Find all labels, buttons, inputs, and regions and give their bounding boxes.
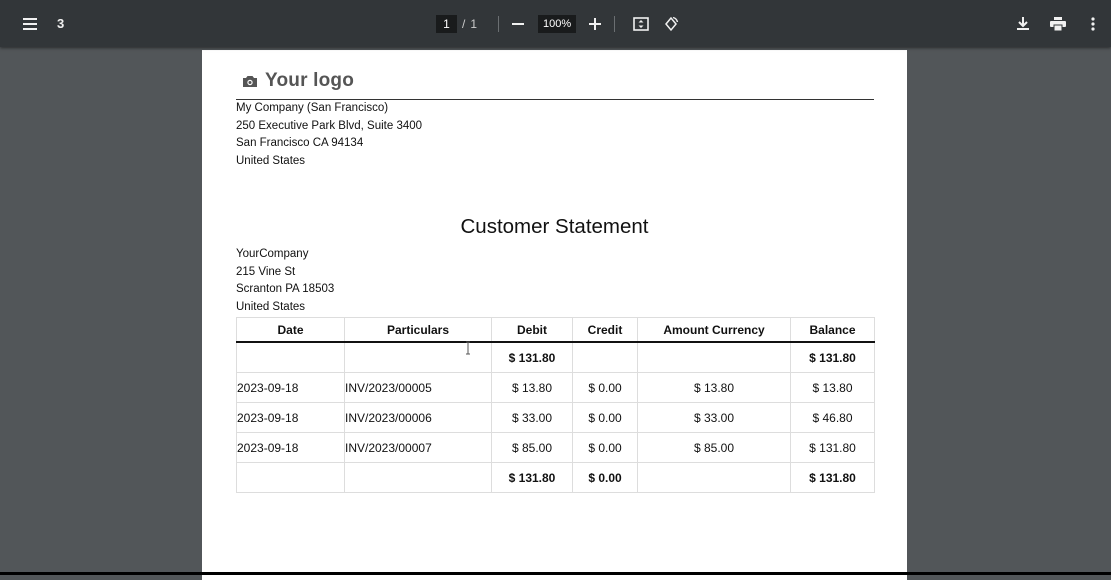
total-row: $ 131.80 $ 0.00 $ 131.80 bbox=[236, 462, 875, 493]
table-cell: $ 13.80 bbox=[790, 372, 875, 403]
company-address: My Company (San Francisco) 250 Executive… bbox=[236, 100, 422, 171]
table-cell: $ 131.80 bbox=[491, 341, 573, 373]
table-cell: $ 131.80 bbox=[790, 341, 875, 373]
table-row: 2023-09-18 INV/2023/00006 $ 33.00 $ 0.00… bbox=[236, 402, 875, 433]
address-line: United States bbox=[236, 155, 306, 168]
table-cell bbox=[236, 462, 345, 493]
table-cell: $ 85.00 bbox=[491, 432, 573, 463]
print-icon bbox=[1050, 16, 1066, 31]
column-header: Date bbox=[236, 317, 345, 343]
toolbar-divider bbox=[614, 15, 615, 32]
company-logo: Your logo bbox=[242, 70, 354, 92]
table-cell: $ 131.80 bbox=[491, 462, 573, 493]
document-title: 3 bbox=[57, 16, 65, 31]
page-total: 1 bbox=[470, 16, 478, 31]
table-cell: INV/2023/00006 bbox=[344, 402, 492, 433]
table-cell bbox=[637, 341, 791, 373]
table-cell: $ 13.80 bbox=[491, 372, 573, 403]
table-cell: $ 85.00 bbox=[637, 432, 791, 463]
table-cell bbox=[344, 462, 492, 493]
fit-page-button[interactable] bbox=[627, 10, 655, 38]
table-header-row: Date Particulars Debit Credit Amount Cur… bbox=[236, 317, 875, 343]
table-cell: $ 13.80 bbox=[637, 372, 791, 403]
table-cell: INV/2023/00007 bbox=[344, 432, 492, 463]
table-cell bbox=[236, 341, 345, 373]
address-line: My Company (San Francisco) bbox=[236, 102, 389, 114]
pdf-page: Your logo My Company (San Francisco) 250… bbox=[202, 50, 907, 580]
customer-address: YourCompany 215 Vine St Scranton PA 1850… bbox=[236, 246, 334, 317]
column-header: Credit bbox=[572, 317, 638, 343]
statement-title: Customer Statement bbox=[460, 215, 649, 238]
table-row: 2023-09-18 INV/2023/00007 $ 85.00 $ 0.00… bbox=[236, 432, 875, 463]
table-cell: 2023-09-18 bbox=[236, 372, 345, 403]
download-icon bbox=[1017, 16, 1029, 30]
table-cell: 2023-09-18 bbox=[236, 432, 345, 463]
zoom-out-button[interactable] bbox=[504, 10, 532, 38]
table-cell: INV/2023/00005 bbox=[344, 372, 492, 403]
table-cell: $ 33.00 bbox=[491, 402, 573, 433]
table-cell: $ 131.80 bbox=[790, 462, 875, 493]
fit-page-icon bbox=[633, 16, 649, 31]
print-button[interactable] bbox=[1044, 10, 1072, 38]
address-line: 250 Executive Park Blvd, Suite 3400 bbox=[236, 119, 423, 132]
zoom-in-button[interactable] bbox=[581, 10, 609, 38]
zoom-out-icon bbox=[512, 22, 524, 25]
statement-table: Date Particulars Debit Credit Amount Cur… bbox=[236, 317, 875, 493]
opening-balance-row: $ 131.80 $ 131.80 bbox=[236, 341, 875, 373]
column-header: Particulars bbox=[344, 317, 492, 343]
table-cell: $ 33.00 bbox=[637, 402, 791, 433]
zoom-level-input[interactable]: 100% bbox=[538, 14, 577, 33]
rotate-button[interactable] bbox=[657, 10, 685, 38]
menu-icon bbox=[16, 10, 44, 38]
table-cell: $ 131.80 bbox=[790, 432, 875, 463]
rotate-icon bbox=[665, 16, 679, 31]
address-line: Scranton PA 18503 bbox=[236, 283, 335, 296]
address-line: United States bbox=[236, 301, 306, 314]
address-line: YourCompany bbox=[236, 248, 309, 260]
column-header: Balance bbox=[790, 317, 875, 343]
address-line: San Francisco CA 94134 bbox=[236, 137, 364, 150]
download-button[interactable] bbox=[1009, 10, 1037, 38]
toolbar-divider bbox=[498, 15, 499, 32]
table-cell: $ 0.00 bbox=[572, 372, 638, 403]
table-cell: $ 46.80 bbox=[790, 402, 875, 433]
table-cell bbox=[637, 462, 791, 493]
table-cell bbox=[572, 341, 638, 373]
menu-button[interactable] bbox=[16, 0, 44, 47]
address-line: 215 Vine St bbox=[236, 265, 296, 278]
page-separator: / bbox=[462, 16, 466, 31]
more-icon bbox=[1091, 16, 1095, 31]
table-cell: $ 0.00 bbox=[572, 402, 638, 433]
logo-text: Your logo bbox=[265, 70, 355, 91]
table-cell: $ 0.00 bbox=[572, 462, 638, 493]
table-cell: 2023-09-18 bbox=[236, 402, 345, 433]
camera-icon bbox=[243, 76, 257, 87]
page-number-input[interactable]: 1 bbox=[436, 14, 457, 33]
table-cell: $ 0.00 bbox=[572, 432, 638, 463]
table-row: 2023-09-18 INV/2023/00005 $ 13.80 $ 0.00… bbox=[236, 372, 875, 403]
pdf-toolbar: 3 1 / 1 100% bbox=[0, 0, 1111, 47]
column-header: Amount Currency bbox=[637, 317, 791, 343]
more-actions-button[interactable] bbox=[1079, 10, 1107, 38]
column-header: Debit bbox=[491, 317, 573, 343]
zoom-in-icon bbox=[589, 17, 601, 30]
text-cursor-icon bbox=[466, 341, 470, 355]
